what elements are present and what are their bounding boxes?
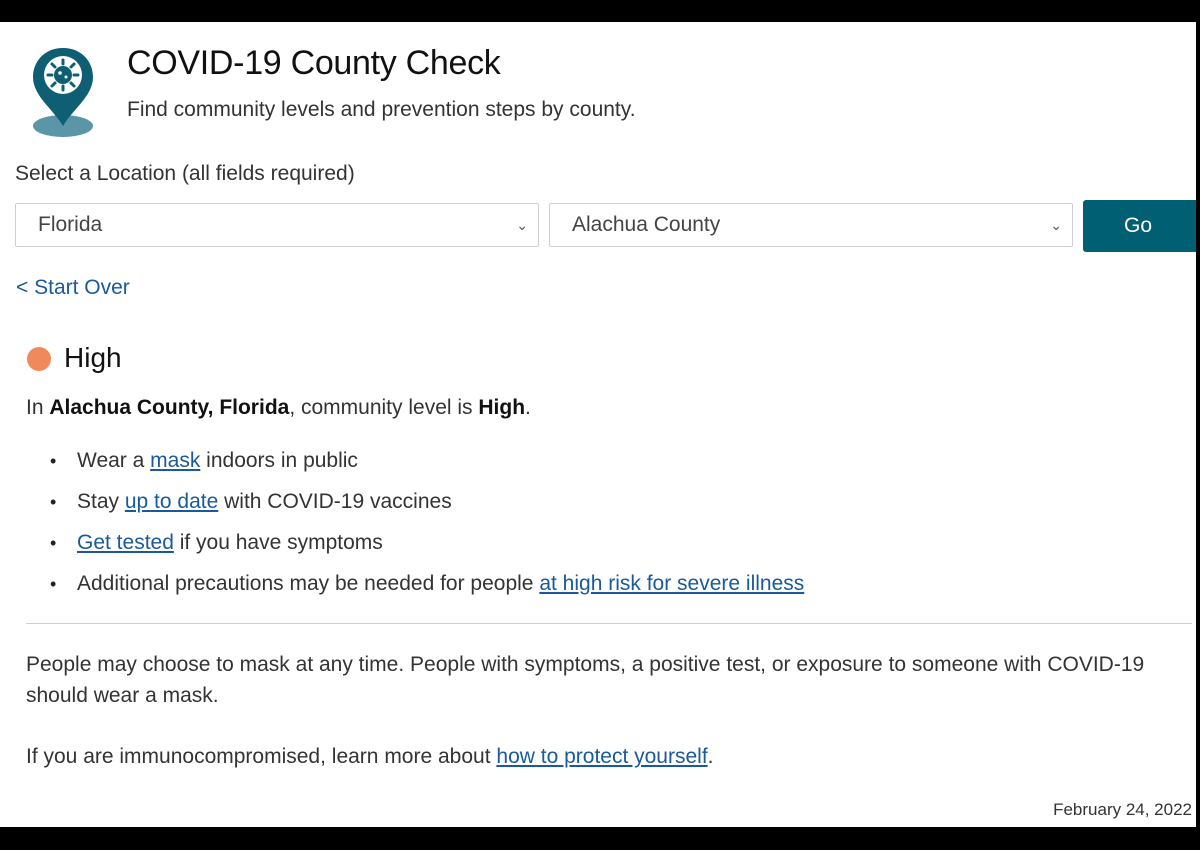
immuno-text-end: . xyxy=(707,745,714,768)
immunocompromised-note: If you are immunocompromised, learn more… xyxy=(26,745,714,769)
app-subtitle: Find community levels and prevention ste… xyxy=(127,98,636,121)
header: COVID-19 County Check Find community lev… xyxy=(0,22,1196,147)
start-over-link[interactable]: < Start Over xyxy=(16,276,130,300)
prevention-list: Wear a mask indoors in public Stay up to… xyxy=(48,446,804,610)
level-indicator-dot xyxy=(27,347,51,371)
up-to-date-link[interactable]: up to date xyxy=(125,490,218,513)
item-text: Additional precautions may be needed for… xyxy=(77,572,540,595)
update-date: February 24, 2022 xyxy=(1053,800,1192,819)
divider xyxy=(26,623,1192,624)
summary-place: Alachua County, Florida xyxy=(49,396,290,419)
app-frame: COVID-19 County Check Find community lev… xyxy=(0,22,1199,827)
item-text: Stay xyxy=(77,490,125,513)
state-select-value: Florida xyxy=(38,213,103,236)
location-label: Select a Location (all fields required) xyxy=(15,162,355,185)
item-text: with COVID-19 vaccines xyxy=(218,490,452,513)
summary-mid: , community level is xyxy=(289,396,479,419)
chevron-down-icon: ⌄ xyxy=(1050,217,1062,233)
summary-end: . xyxy=(525,396,531,419)
item-text: Wear a xyxy=(77,449,151,472)
county-select-value: Alachua County xyxy=(572,213,721,236)
immuno-text: If you are immunocompromised, learn more… xyxy=(26,745,497,768)
mask-link[interactable]: mask xyxy=(150,449,200,472)
summary-prefix: In xyxy=(26,396,50,419)
mask-note: People may choose to mask at any time. P… xyxy=(26,653,1145,707)
get-tested-link[interactable]: Get tested xyxy=(77,531,174,554)
item-text: if you have symptoms xyxy=(173,531,383,554)
level-summary: In Alachua County, Florida, community le… xyxy=(26,396,531,420)
location-pin-virus-icon xyxy=(33,48,93,137)
county-select[interactable]: Alachua County ⌄ xyxy=(549,203,1073,247)
protect-yourself-link[interactable]: how to protect yourself xyxy=(496,745,707,768)
list-item: Get tested if you have symptoms xyxy=(48,528,804,569)
go-button[interactable]: Go xyxy=(1083,200,1196,252)
community-level-heading: High xyxy=(64,342,122,373)
state-select[interactable]: Florida ⌄ xyxy=(15,203,539,247)
chevron-down-icon: ⌄ xyxy=(516,217,528,233)
item-text: indoors in public xyxy=(200,449,358,472)
list-item: Wear a mask indoors in public xyxy=(48,446,804,487)
summary-level: High xyxy=(478,396,526,419)
list-item: Stay up to date with COVID-19 vaccines xyxy=(48,487,804,528)
app-title: COVID-19 County Check xyxy=(127,44,501,82)
list-item: Additional precautions may be needed for… xyxy=(48,569,804,610)
high-risk-link[interactable]: at high risk for severe illness xyxy=(539,572,804,595)
